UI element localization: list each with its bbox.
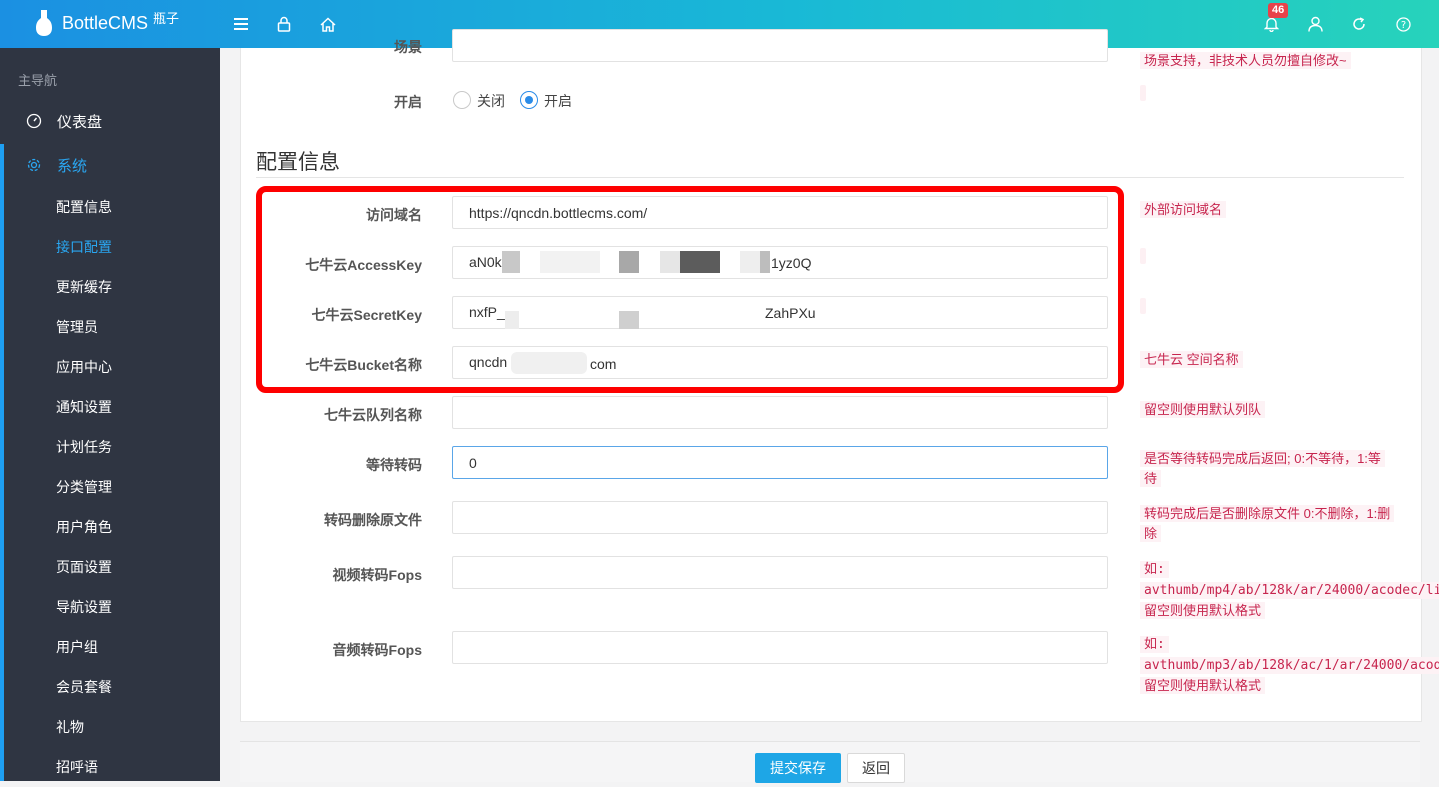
sidebar-subitem[interactable]: 页面设置: [56, 547, 112, 587]
field-label: 音频转码Fops: [332, 642, 422, 658]
delete-source-input[interactable]: [452, 501, 1108, 534]
sidebar-subitem[interactable]: 会员套餐: [56, 667, 112, 707]
bucket-tail: com: [590, 356, 617, 372]
field-label: 七牛云队列名称: [324, 407, 422, 423]
field-label: 视频转码Fops: [332, 567, 422, 583]
bucket-value: qncdn: [469, 354, 508, 370]
section-title: 配置信息: [256, 151, 340, 174]
field-hint: 留空则使用默认列队: [1140, 399, 1266, 418]
sidebar-item-label: 系统: [57, 157, 88, 175]
sidebar-item-dashboard[interactable]: 仪表盘: [0, 106, 220, 136]
secret-key-value: nxfP_: [469, 304, 505, 320]
radio-label: 关闭: [477, 93, 505, 109]
redaction-blur: [660, 251, 680, 273]
field-label: 访问域名: [366, 207, 422, 223]
redaction-blur: [740, 251, 760, 273]
redaction-blur: [540, 251, 600, 273]
sidebar-subitem[interactable]: 导航设置: [56, 587, 112, 627]
gauge-icon: [26, 113, 42, 129]
redaction-blur: [505, 311, 519, 329]
brand-sub: 瓶子: [153, 10, 180, 26]
sidebar-subitem[interactable]: 用户角色: [56, 507, 112, 547]
wait-transcode-input[interactable]: [452, 446, 1108, 479]
submit-save-button[interactable]: 提交保存: [755, 753, 841, 783]
sidebar-item-system[interactable]: 系统: [0, 150, 220, 180]
sidebar-subitem[interactable]: 分类管理: [56, 467, 112, 507]
access-key-tail: 1yz0Q: [771, 255, 812, 271]
sidebar-subitem[interactable]: 配置信息: [56, 187, 112, 227]
section-divider: [256, 177, 1404, 178]
sidebar-subitem[interactable]: 应用中心: [56, 347, 112, 387]
field-label: 七牛云SecretKey: [311, 307, 423, 323]
brand-name: BottleCMS: [62, 12, 149, 33]
redaction-blur: [760, 251, 770, 273]
active-section-indicator: [0, 144, 4, 781]
audio-fops-input[interactable]: [452, 631, 1108, 664]
field-hint: 场景支持，非技术人员勿擅自修改~: [1140, 50, 1351, 69]
hint-placeholder: [1140, 85, 1146, 101]
redaction-blur: [502, 251, 520, 273]
sidebar-subitem-active[interactable]: 接口配置: [56, 227, 112, 267]
video-fops-input[interactable]: [452, 556, 1108, 589]
hint-placeholder: [1140, 298, 1146, 314]
field-label: 七牛云Bucket名称: [305, 357, 422, 373]
sidebar-subitem[interactable]: 招呼语: [56, 747, 112, 787]
field-hint: 是否等待转码完成后返回; 0:不等待，1:等 待: [1140, 449, 1385, 489]
field-hint: 外部访问域名: [1140, 199, 1227, 218]
radio-off[interactable]: [453, 91, 471, 109]
sidebar-subitem[interactable]: 计划任务: [56, 427, 112, 467]
back-button[interactable]: 返回: [847, 753, 905, 783]
gear-icon: [27, 158, 41, 172]
queue-input[interactable]: [452, 396, 1108, 429]
redaction-blur: [619, 311, 639, 329]
sidebar-subitem[interactable]: 管理员: [56, 307, 112, 347]
redaction-blur: [511, 352, 587, 374]
sidebar-subitem[interactable]: 通知设置: [56, 387, 112, 427]
sidebar-title: 主导航: [18, 73, 58, 88]
field-hint: 转码完成后是否删除原文件 0:不删除，1:删 除: [1140, 504, 1395, 544]
sidebar-item-label: 仪表盘: [57, 113, 103, 131]
field-label: 开启: [394, 94, 422, 110]
sidebar-subitem[interactable]: 更新缓存: [56, 267, 112, 307]
radio-on[interactable]: [520, 91, 538, 109]
brand[interactable]: BottleCMS 瓶子: [36, 8, 179, 38]
field-label: 等待转码: [366, 457, 422, 473]
field-label: 七牛云AccessKey: [305, 257, 422, 273]
sidebar-subitem[interactable]: 用户组: [56, 627, 112, 667]
bottle-logo-icon: [36, 10, 52, 36]
field-hint: 如: avthumb/mp3/ab/128k/ac/1/ar/24000/aco…: [1140, 634, 1439, 696]
domain-input[interactable]: [452, 196, 1108, 229]
field-hint: 七牛云 空间名称: [1140, 349, 1243, 368]
sidebar-subitem[interactable]: 礼物: [56, 707, 112, 747]
access-key-value: aN0k: [469, 254, 502, 270]
sidebar-submenu: 配置信息 接口配置 更新缓存 管理员 应用中心 通知设置 计划任务 分类管理 用…: [56, 187, 112, 787]
radio-label: 开启: [544, 93, 572, 109]
field-hint: 如: avthumb/mp4/ab/128k/ar/24000/acodec/l…: [1140, 559, 1439, 621]
redaction-blur: [619, 251, 639, 273]
secret-key-tail: ZahPXu: [765, 305, 816, 321]
field-label: 转码删除原文件: [324, 512, 422, 528]
hint-placeholder: [1140, 248, 1146, 264]
redaction-blur: [680, 251, 720, 273]
